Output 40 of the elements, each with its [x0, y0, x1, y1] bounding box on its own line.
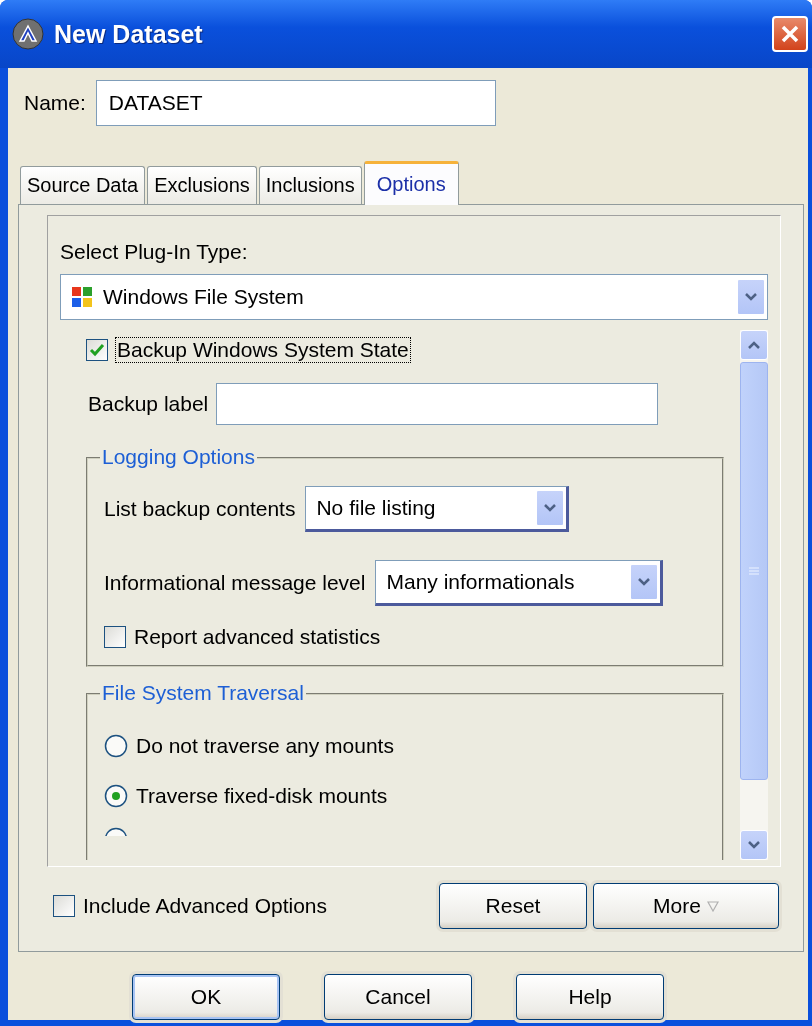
checkbox[interactable] — [86, 338, 108, 361]
triangle-down-icon — [706, 900, 719, 912]
radio-button[interactable] — [104, 734, 128, 759]
checkbox[interactable] — [104, 626, 126, 649]
backup-label-label: Backup label — [88, 392, 209, 417]
radio-button[interactable] — [104, 827, 128, 837]
radio-label: Traverse fixed-disk mounts — [136, 784, 388, 809]
dialog-button[interactable]: Help — [516, 974, 664, 1020]
list-contents-label: List backup contents — [104, 497, 296, 522]
close-button[interactable] — [772, 16, 808, 52]
dialog-button[interactable]: Cancel — [324, 974, 472, 1020]
message-level-label: Informational message level — [104, 571, 366, 596]
radio-button[interactable] — [104, 784, 128, 809]
tab[interactable]: Options — [363, 161, 459, 205]
dialog-button[interactable]: OK — [132, 974, 280, 1020]
scroll-down-icon[interactable] — [740, 830, 768, 860]
scroll-thumb[interactable] — [740, 362, 768, 780]
checkbox-label: Include Advanced Options — [83, 894, 327, 918]
scrollbar[interactable] — [740, 330, 768, 860]
backup-label-field[interactable] — [216, 383, 659, 426]
checkbox-label: Report advanced statistics — [134, 625, 381, 650]
scroll-up-icon[interactable] — [740, 330, 768, 360]
checkbox-label: Backup Windows System State — [116, 337, 410, 362]
reset-button[interactable]: Reset — [439, 883, 587, 929]
name-field[interactable]: DATASET — [95, 80, 496, 126]
plugin-type-dropdown[interactable]: Windows File System — [60, 274, 768, 320]
message-level-dropdown[interactable]: Many informationals — [375, 560, 664, 607]
close-icon — [779, 23, 801, 45]
tab[interactable]: Inclusions — [258, 166, 362, 204]
tab[interactable]: Source Data — [20, 166, 146, 204]
checkbox[interactable] — [53, 895, 75, 917]
tab[interactable]: Exclusions — [147, 166, 257, 204]
list-contents-dropdown[interactable]: No file listing — [305, 486, 570, 533]
logo-icon — [12, 18, 44, 50]
plugin-type-label: Select Plug-In Type: — [60, 240, 249, 264]
windows-flag-icon — [71, 286, 93, 308]
more-button[interactable]: More — [593, 883, 779, 929]
name-label: Name: — [24, 91, 86, 115]
window-title: New Dataset — [54, 19, 204, 49]
radio-label: Do not traverse any mounts — [136, 734, 394, 759]
